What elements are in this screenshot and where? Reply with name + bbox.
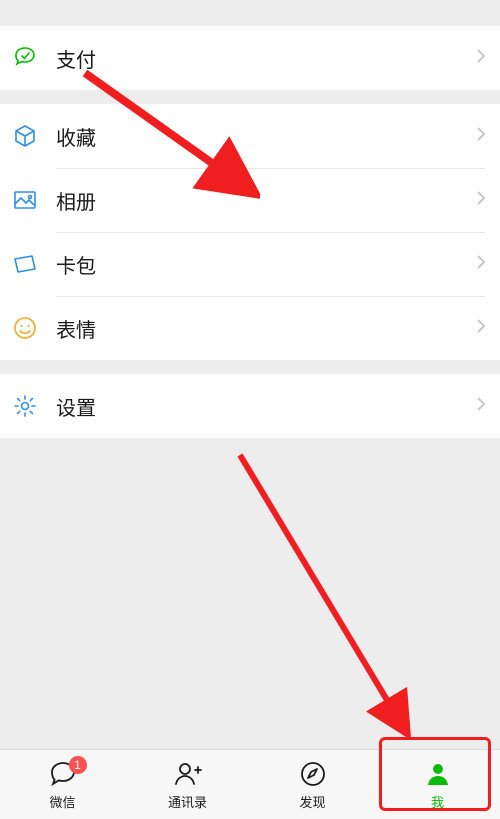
row-favorite-label: 收藏 bbox=[56, 122, 96, 151]
row-pay-label: 支付 bbox=[56, 44, 96, 73]
tab-chats-label: 微信 bbox=[49, 792, 75, 811]
row-album-label: 相册 bbox=[56, 186, 96, 215]
group-main: 收藏 相册 卡包 bbox=[0, 104, 500, 360]
card-icon bbox=[12, 251, 56, 277]
cube-icon bbox=[12, 123, 56, 149]
chevron-right-icon bbox=[476, 190, 486, 211]
smile-icon bbox=[12, 315, 56, 341]
group-settings: 设置 bbox=[0, 374, 500, 438]
top-spacer bbox=[0, 0, 500, 26]
annotation-arrow-me bbox=[230, 445, 430, 745]
badge: 1 bbox=[69, 756, 87, 774]
row-pay[interactable]: 支付 bbox=[0, 26, 500, 90]
row-album[interactable]: 相册 bbox=[0, 168, 500, 232]
gear-icon bbox=[12, 393, 56, 419]
tab-chats[interactable]: 1 微信 bbox=[0, 750, 125, 819]
contacts-icon bbox=[173, 759, 203, 789]
tab-discover[interactable]: 发现 bbox=[250, 750, 375, 819]
row-settings[interactable]: 设置 bbox=[0, 374, 500, 438]
compass-icon bbox=[298, 759, 328, 789]
chevron-right-icon bbox=[476, 396, 486, 417]
row-sticker-label: 表情 bbox=[56, 314, 96, 343]
person-icon bbox=[423, 759, 453, 789]
tab-contacts[interactable]: 通讯录 bbox=[125, 750, 250, 819]
chevron-right-icon bbox=[476, 254, 486, 275]
tab-discover-label: 发现 bbox=[299, 792, 325, 811]
row-favorite[interactable]: 收藏 bbox=[0, 104, 500, 168]
row-sticker[interactable]: 表情 bbox=[0, 296, 500, 360]
photo-icon bbox=[12, 187, 56, 213]
tab-contacts-label: 通讯录 bbox=[168, 792, 207, 811]
chevron-right-icon bbox=[476, 126, 486, 147]
tabbar: 1 微信 通讯录 发现 我 bbox=[0, 749, 500, 819]
pay-icon bbox=[12, 45, 56, 71]
tab-me-label: 我 bbox=[431, 792, 444, 811]
row-cards-label: 卡包 bbox=[56, 250, 96, 279]
tab-me[interactable]: 我 bbox=[375, 750, 500, 819]
chevron-right-icon bbox=[476, 48, 486, 69]
row-cards[interactable]: 卡包 bbox=[0, 232, 500, 296]
chevron-right-icon bbox=[476, 318, 486, 339]
group-pay: 支付 bbox=[0, 26, 500, 90]
row-settings-label: 设置 bbox=[56, 392, 96, 421]
